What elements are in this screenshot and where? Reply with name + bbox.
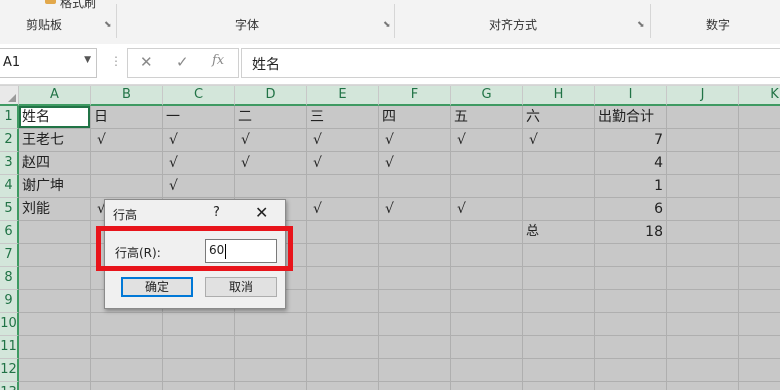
more-options-icon[interactable]: ⋮	[110, 54, 122, 68]
formula-input[interactable]: 姓名	[241, 48, 780, 78]
alignment-launcher-icon[interactable]: ⬊	[637, 20, 645, 30]
close-icon[interactable]: ✕	[255, 203, 268, 222]
ribbon: 格式刷 剪贴板 ⬊ 字体 ⬊ 对齐方式 ⬊ 数字	[0, 0, 780, 45]
row-header-10[interactable]: 10	[0, 313, 19, 336]
column-header-a[interactable]: A	[19, 86, 91, 106]
dialog-title: 行高	[113, 208, 138, 222]
help-icon[interactable]: ?	[213, 205, 220, 220]
group-number-label: 数字	[706, 18, 731, 32]
cell-f5[interactable]: √	[385, 198, 394, 220]
cancel-icon[interactable]: ✕	[140, 53, 153, 71]
format-painter-label[interactable]: 格式刷	[60, 0, 96, 11]
column-header-g[interactable]: G	[451, 86, 523, 106]
cell-e5[interactable]: √	[313, 198, 322, 220]
row-header-13[interactable]: 13	[0, 382, 19, 390]
column-header-d[interactable]: D	[235, 86, 307, 106]
group-font-label: 字体	[235, 18, 260, 32]
row-header-5[interactable]: 5	[0, 198, 19, 221]
cell-c4[interactable]: √	[169, 175, 178, 197]
cell-c2[interactable]: √	[169, 129, 178, 151]
cell-e2[interactable]: √	[313, 129, 322, 151]
cell-h1[interactable]: 六	[526, 106, 540, 128]
column-header-b[interactable]: B	[91, 86, 163, 106]
cell-d2[interactable]: √	[241, 129, 250, 151]
formula-buttons: ✕ ✓ fx	[127, 48, 239, 78]
select-all-corner[interactable]	[0, 86, 19, 106]
annotation-highlight-box	[96, 226, 293, 271]
cell-i4[interactable]: 1	[595, 175, 663, 197]
row-header-12[interactable]: 12	[0, 359, 19, 382]
cell-g2[interactable]: √	[457, 129, 466, 151]
cell-h2[interactable]: √	[529, 129, 538, 151]
cell-f2[interactable]: √	[385, 129, 394, 151]
column-header-i[interactable]: I	[595, 86, 667, 106]
column-header-k[interactable]: K	[739, 86, 780, 106]
cell-d1[interactable]: 二	[238, 106, 252, 128]
cell-c1[interactable]: 一	[166, 106, 180, 128]
row-header-2[interactable]: 2	[0, 129, 19, 152]
cell-h6[interactable]: 总	[526, 221, 539, 243]
format-painter-icon[interactable]	[45, 0, 56, 4]
row-header-8[interactable]: 8	[0, 267, 19, 290]
cell-a2[interactable]: 王老七	[22, 129, 64, 151]
column-header-e[interactable]: E	[307, 86, 379, 106]
cell-e3[interactable]: √	[313, 152, 322, 174]
column-header-c[interactable]: C	[163, 86, 235, 106]
column-header-j[interactable]: J	[667, 86, 739, 106]
row-header-6[interactable]: 6	[0, 221, 19, 244]
ribbon-divider	[394, 4, 395, 38]
ribbon-divider	[650, 4, 651, 38]
row-header-11[interactable]: 11	[0, 336, 19, 359]
cell-i1[interactable]: 出勤合计	[598, 106, 654, 128]
insert-function-icon[interactable]: fx	[212, 53, 224, 68]
row-header-7[interactable]: 7	[0, 244, 19, 267]
ok-button[interactable]: 确定	[121, 277, 193, 297]
group-clipboard-label: 剪贴板	[26, 18, 63, 32]
cell-d3[interactable]: √	[241, 152, 250, 174]
cell-f3[interactable]: √	[385, 152, 394, 174]
cell-c3[interactable]: √	[169, 152, 178, 174]
cell-b1[interactable]: 日	[94, 106, 108, 128]
cell-a4[interactable]: 谢广坤	[22, 175, 64, 197]
cell-i3[interactable]: 4	[595, 152, 663, 174]
cancel-button[interactable]: 取消	[205, 277, 277, 297]
cell-a1[interactable]: 姓名	[22, 106, 50, 128]
cell-i6[interactable]: 18	[595, 221, 663, 243]
cell-a3[interactable]: 赵四	[22, 152, 50, 174]
cell-g1[interactable]: 五	[454, 106, 468, 128]
name-box[interactable]: A1 ▼	[0, 48, 97, 78]
font-launcher-icon[interactable]: ⬊	[383, 20, 391, 30]
row-header-4[interactable]: 4	[0, 175, 19, 198]
cell-g5[interactable]: √	[457, 198, 466, 220]
column-header-h[interactable]: H	[523, 86, 595, 106]
cell-b2[interactable]: √	[97, 129, 106, 151]
cell-i5[interactable]: 6	[595, 198, 663, 220]
clipboard-launcher-icon[interactable]: ⬊	[104, 20, 112, 30]
chevron-down-icon[interactable]: ▼	[84, 55, 91, 65]
group-alignment-label: 对齐方式	[489, 18, 538, 32]
formula-bar: A1 ▼ ⋮ ✕ ✓ fx 姓名	[0, 44, 780, 85]
name-box-value: A1	[3, 55, 21, 70]
row-header-3[interactable]: 3	[0, 152, 19, 175]
cell-a5[interactable]: 刘能	[22, 198, 50, 220]
column-header-f[interactable]: F	[379, 86, 451, 106]
formula-content: 姓名	[252, 57, 280, 73]
cell-f1[interactable]: 四	[382, 106, 396, 128]
cell-e1[interactable]: 三	[310, 106, 324, 128]
ribbon-divider	[116, 4, 117, 38]
enter-icon[interactable]: ✓	[176, 53, 189, 71]
row-header-1[interactable]: 1	[0, 106, 19, 129]
row-header-9[interactable]: 9	[0, 290, 19, 313]
cell-i2[interactable]: 7	[595, 129, 663, 151]
